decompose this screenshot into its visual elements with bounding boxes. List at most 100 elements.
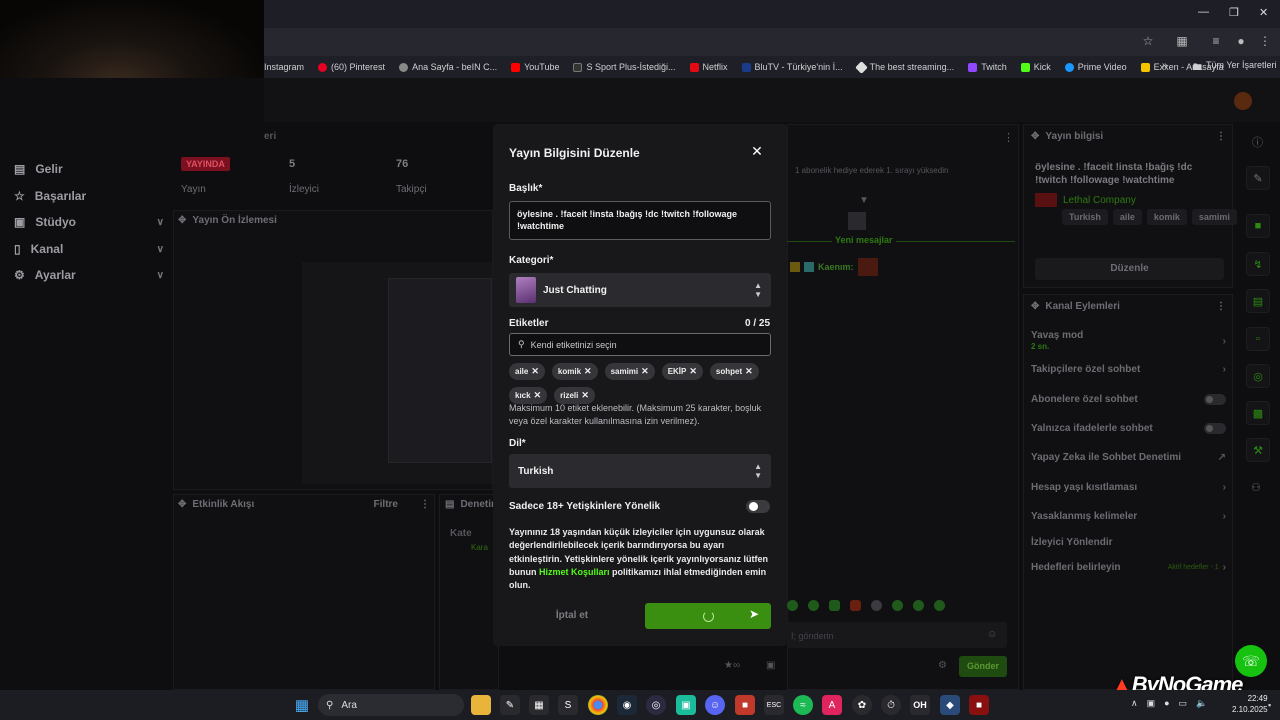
app-icon[interactable]: ◎ [646, 695, 666, 715]
store-icon[interactable]: ▦ [529, 695, 549, 715]
menu-icon[interactable]: ⋮ [1258, 34, 1272, 48]
gift-icon[interactable]: ▣ [766, 660, 775, 671]
taskbar-search[interactable]: ⚲ Ara [318, 694, 464, 716]
emote-icon[interactable] [892, 600, 903, 611]
chat-input[interactable]: I; gönderin [787, 622, 1007, 648]
emote-only-toggle[interactable] [1204, 423, 1226, 434]
emote-icon[interactable] [871, 600, 882, 611]
file-explorer-icon[interactable] [471, 695, 491, 715]
remove-tag-icon[interactable]: ✕ [581, 390, 589, 401]
banned-words-row[interactable]: Yasaklanmış kelimeler › [1031, 511, 1226, 522]
extensions-icon[interactable]: ▦ [1175, 34, 1189, 48]
moderator-icon[interactable]: ■ [1246, 214, 1270, 238]
profile-icon[interactable]: ● [1234, 34, 1248, 48]
minimize-icon[interactable]: — [1198, 6, 1209, 18]
emote-icon[interactable] [829, 600, 840, 611]
cancel-button[interactable]: İptal et [509, 603, 635, 629]
emote-icon[interactable] [787, 600, 798, 611]
chat-settings-icon[interactable]: ⚙ [938, 660, 947, 671]
app-icon[interactable]: ✎ [500, 695, 520, 715]
close-window-icon[interactable]: ✕ [1259, 6, 1268, 19]
close-icon[interactable]: ✕ [749, 143, 765, 159]
monitor-icon[interactable]: ▭ [1179, 698, 1188, 709]
subscribers-only-toggle[interactable] [1204, 394, 1226, 405]
chrome-icon[interactable] [588, 695, 608, 715]
clock[interactable]: 22:49 2.10.2025 [1232, 693, 1268, 715]
wrench-icon[interactable]: ⚒ [1246, 438, 1270, 462]
app-icon[interactable]: OH [910, 695, 930, 715]
drag-handle-icon[interactable]: ✥ [1031, 131, 1039, 142]
language-select[interactable]: Turkish ▲ ▼ [509, 454, 771, 488]
app-icon[interactable]: ▣ [676, 695, 696, 715]
drag-handle-icon[interactable]: ✥ [178, 215, 186, 226]
emote-icon[interactable] [934, 600, 945, 611]
app-tray-icon[interactable]: ▣ [1147, 698, 1156, 709]
app-icon[interactable]: ■ [735, 695, 755, 715]
drag-handle-icon[interactable]: ✥ [1031, 301, 1039, 312]
lightning-icon[interactable]: ↯ [1246, 252, 1270, 276]
chevron-up-icon[interactable]: ∧ [1131, 698, 1138, 709]
bookmark-instagram[interactable]: Instagram [264, 62, 304, 72]
chat-bubble-icon[interactable]: ▫ [1246, 327, 1270, 351]
users-settings-icon[interactable]: ⚇ [1251, 481, 1261, 494]
info-icon[interactable]: ⓘ [1252, 134, 1263, 150]
emote-icon[interactable] [808, 600, 819, 611]
remove-tag-icon[interactable]: ✕ [689, 366, 697, 377]
nav-item-kanal[interactable]: ▯ Kanal ∨ [14, 236, 164, 262]
app-icon[interactable]: ◆ [940, 695, 960, 715]
nav-item-gelir[interactable]: ▤ Gelir [14, 156, 164, 182]
account-age-row[interactable]: Hesap yaşı kısıtlaması › [1031, 482, 1226, 493]
remove-tag-icon[interactable]: ✕ [584, 366, 592, 377]
windows-start-icon[interactable]: ▦ [292, 695, 312, 715]
remove-tag-icon[interactable]: ✕ [531, 366, 539, 377]
adult-only-toggle[interactable] [746, 500, 770, 513]
filter-button[interactable]: Filtre [374, 499, 398, 510]
emoji-icon[interactable]: ☺ [987, 629, 997, 640]
bookmark-pinterest[interactable]: (60) Pinterest [318, 62, 385, 72]
discord-icon[interactable]: ☺ [705, 695, 725, 715]
pin-icon[interactable]: ▼ [859, 195, 869, 206]
maximize-icon[interactable]: ❐ [1229, 6, 1239, 19]
layers-icon[interactable]: ▩ [1246, 401, 1270, 425]
chatgpt-icon[interactable]: ✿ [852, 695, 872, 715]
remove-tag-icon[interactable]: ✕ [641, 366, 649, 377]
more-options-icon[interactable]: ⋮ [420, 499, 430, 510]
spotify-icon[interactable]: ≈ [793, 695, 813, 715]
app-icon[interactable]: ■ [969, 695, 989, 715]
bookmark-twitch[interactable]: Twitch [968, 62, 1007, 72]
bookmark-prime[interactable]: Prime Video [1064, 62, 1127, 72]
goals-row[interactable]: Hedefleri belirleyin Aktif hedefler - 1 › [1031, 562, 1226, 573]
raid-row[interactable]: İzleyici Yönlendir [1031, 537, 1226, 548]
more-options-icon[interactable]: ⋮ [1216, 131, 1226, 142]
slow-mode-row[interactable]: Yavaş mod 2 sn. › [1031, 330, 1226, 352]
remove-tag-icon[interactable]: ✕ [745, 366, 753, 377]
bookmark-blutv[interactable]: BluTV - Türkiye'nin İ... [741, 62, 843, 72]
tags-input[interactable]: ⚲ Kendi etiketinizi seçin [509, 333, 771, 356]
bookmark-star-icon[interactable]: ☆ [1141, 34, 1155, 48]
pencil-icon[interactable]: ✎ [1246, 166, 1270, 190]
avatar[interactable] [1234, 92, 1252, 110]
ai-moderation-row[interactable]: Yapay Zeka ile Sohbet Denetimi ↗ [1031, 452, 1226, 463]
emote-icon[interactable] [913, 600, 924, 611]
all-bookmarks[interactable]: 🖿 Tüm Yer İşaretleri [1193, 60, 1277, 76]
bookmark-ssport[interactable]: S Sport Plus-İstediği... [573, 62, 676, 72]
broadcast-icon[interactable]: ◎ [1246, 364, 1270, 388]
followers-only-row[interactable]: Takipçilere özel sohbet › [1031, 364, 1226, 375]
bookmark-youtube[interactable]: YouTube [511, 62, 559, 72]
bookmark-streaming[interactable]: The best streaming... [854, 60, 954, 74]
volume-icon[interactable]: 🔈 [1196, 698, 1207, 709]
drag-handle-icon[interactable]: ✥ [178, 499, 186, 510]
nav-item-studyo[interactable]: ▣ Stüdyo ∨ [14, 209, 164, 235]
edit-stream-button[interactable]: Düzenle [1035, 258, 1224, 280]
app-icon[interactable]: S [558, 695, 578, 715]
app-icon[interactable]: A [822, 695, 842, 715]
users-icon[interactable]: ★∞ [724, 660, 740, 671]
app-icon[interactable]: ESC [764, 695, 784, 715]
terms-link[interactable]: Hizmet Koşulları [539, 567, 610, 577]
category-select[interactable]: Just Chatting ▲ ▼ [509, 273, 771, 307]
media-icon[interactable]: ≡ [1209, 34, 1223, 48]
bookmark-netflix[interactable]: Netflix [689, 62, 728, 72]
title-input[interactable]: öylesine . !faceit !insta !bağış !dc !tw… [509, 201, 771, 240]
more-bookmarks-icon[interactable]: » [1162, 60, 1168, 71]
bookmark-kick[interactable]: Kick [1020, 62, 1051, 72]
